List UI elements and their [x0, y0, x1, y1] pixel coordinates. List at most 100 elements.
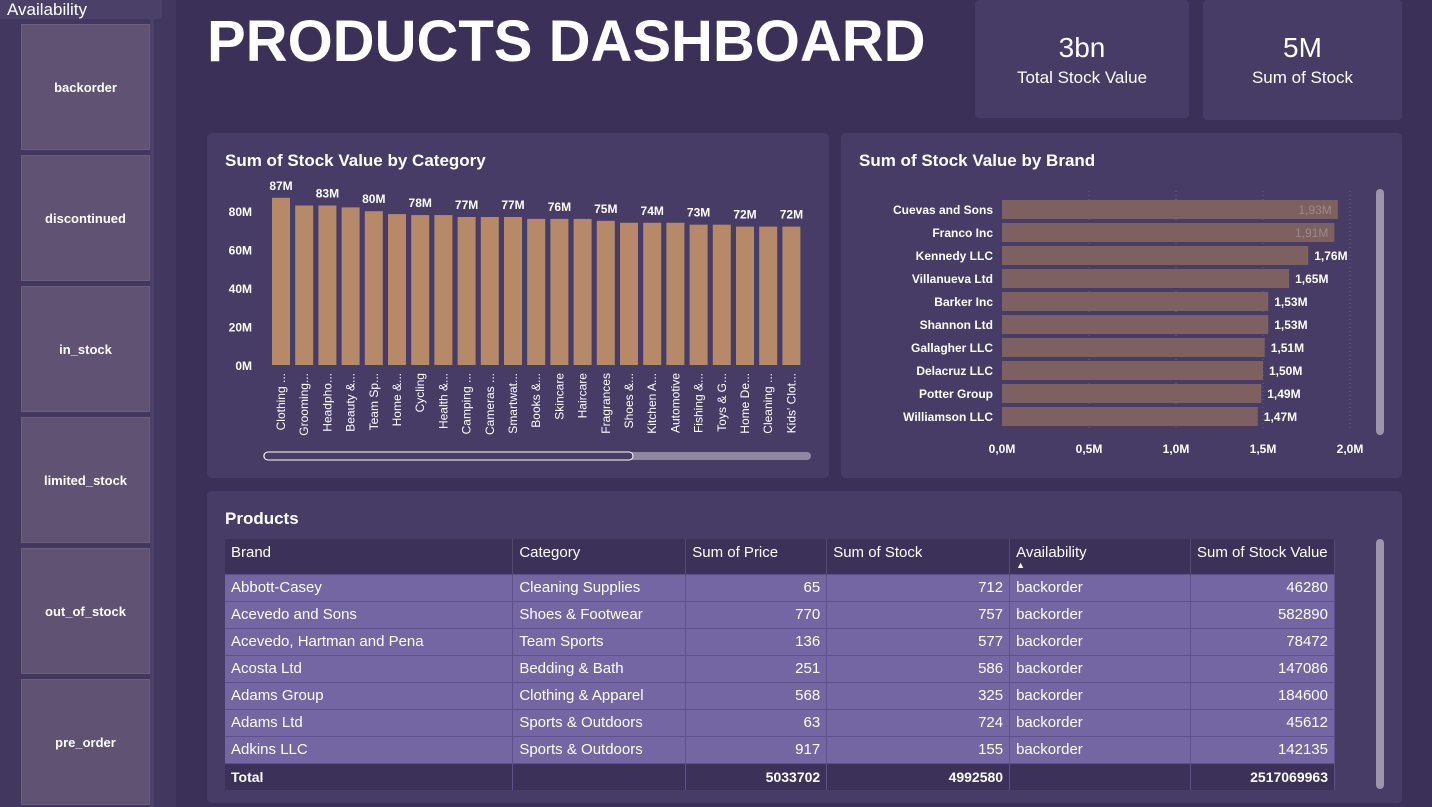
bar[interactable] — [364, 211, 383, 365]
slicer-item-limited-stock[interactable]: limited_stock — [21, 417, 150, 543]
bar[interactable] — [759, 226, 778, 365]
table-cell: Abbott-Casey — [225, 573, 514, 601]
x-tick-label: Camping ... — [460, 373, 474, 434]
x-tick-label: Shoes &... — [622, 373, 636, 428]
table-header-row: Brand Category Sum of Price Sum of Stock… — [225, 539, 1335, 574]
bar[interactable] — [1002, 223, 1335, 242]
y-tick-label: 20M — [229, 321, 252, 335]
bar[interactable] — [666, 222, 685, 365]
bar[interactable] — [295, 205, 314, 365]
data-label: 1,50M — [1269, 364, 1302, 378]
table-cell: 582890 — [1190, 600, 1335, 628]
column-header-sum-of-stock-value[interactable]: Sum of Stock Value — [1190, 539, 1335, 574]
bar[interactable] — [341, 207, 360, 365]
bar[interactable] — [1002, 407, 1258, 426]
table-vertical-scrollbar[interactable] — [1376, 539, 1384, 789]
table-cell: Cleaning Supplies — [512, 573, 687, 601]
y-tick-label: 60M — [229, 244, 252, 258]
products-table: Brand Category Sum of Price Sum of Stock… — [225, 539, 1335, 790]
bar[interactable] — [596, 220, 615, 365]
bar[interactable] — [1002, 200, 1338, 219]
column-header-category[interactable]: Category — [512, 539, 687, 574]
kpi-label: Total Stock Value — [1016, 68, 1148, 87]
bar[interactable] — [527, 218, 546, 365]
bar[interactable] — [620, 222, 638, 365]
x-tick-label: Cycling — [413, 373, 427, 412]
chart-vertical-scrollbar[interactable] — [1376, 189, 1384, 435]
table-row[interactable]: Adams Group Clothing & Apparel 568 325 backo… — [225, 681, 1335, 709]
x-tick-label: Fishing &... — [692, 373, 706, 433]
y-tick-label: Delacruz LLC — [916, 364, 993, 378]
table-row[interactable]: Acevedo, Hartman and Pena Team Sports 136 5… — [225, 627, 1335, 655]
x-tick-label: Kitchen A... — [645, 373, 659, 434]
x-tick-label: Clothing ... — [274, 373, 288, 430]
table-cell: 577 — [826, 627, 1011, 655]
bar[interactable] — [388, 214, 406, 365]
data-label: 1,76M — [1314, 249, 1347, 263]
slicer-item-out-of-stock[interactable]: out_of_stock — [21, 548, 150, 674]
bar[interactable] — [1002, 292, 1269, 311]
table-row[interactable]: Adams Ltd Sports & Outdoors 63 724 backorder… — [225, 708, 1335, 736]
y-tick-label: Gallagher LLC — [911, 341, 993, 355]
column-header-sum-of-stock[interactable]: Sum of Stock — [826, 539, 1011, 574]
slicer-item-in-stock[interactable]: in_stock — [21, 286, 150, 412]
bar[interactable] — [480, 216, 499, 365]
table-cell: 770 — [685, 600, 828, 628]
bar[interactable] — [1002, 384, 1262, 403]
column-header-sum-of-price[interactable]: Sum of Price — [685, 539, 828, 574]
bar[interactable] — [1002, 361, 1263, 380]
bar[interactable] — [504, 216, 522, 365]
table-cell: 155 — [826, 735, 1011, 763]
bar[interactable] — [643, 222, 662, 365]
slicer-title: Availability — [0, 0, 162, 19]
slicer-item-pre-order[interactable]: pre_order — [21, 679, 150, 805]
table-row[interactable]: Acosta Ltd Bedding & Bath 251 586 backorder 1… — [225, 654, 1335, 682]
table-cell: 184600 — [1190, 681, 1335, 709]
bar[interactable] — [411, 215, 430, 365]
x-tick-label: Automotive — [668, 373, 682, 433]
data-label: 1,53M — [1274, 295, 1307, 309]
kpi-card-total-stock-value[interactable]: 3bn Total Stock Value — [975, 0, 1189, 118]
x-tick-label: Skincare — [552, 373, 566, 420]
bar[interactable] — [736, 226, 754, 365]
x-tick-label: Cleaning ... — [761, 373, 775, 434]
bar[interactable] — [689, 224, 708, 365]
bar[interactable] — [1002, 338, 1265, 357]
bar[interactable] — [1002, 315, 1269, 334]
data-label: 77M — [501, 198, 524, 212]
table-cell: Adams Group — [225, 681, 514, 709]
table-cell: 78472 — [1190, 627, 1335, 655]
x-tick-label: Kids' Clot... — [784, 373, 798, 433]
data-label: 83M — [316, 186, 339, 200]
table-cell: 45612 — [1190, 708, 1335, 736]
bar[interactable] — [712, 224, 731, 365]
table-row[interactable]: Adkins LLC Sports & Outdoors 917 155 backord… — [225, 735, 1335, 763]
data-label: 1,49M — [1267, 387, 1300, 401]
bar[interactable] — [457, 216, 476, 365]
column-header-availability[interactable]: Availability ▲ — [1009, 539, 1192, 574]
y-tick-label: Franco Inc — [932, 226, 993, 240]
bar[interactable] — [573, 218, 592, 365]
x-tick-label: Cameras ... — [483, 373, 497, 435]
table-cell: 586 — [826, 654, 1011, 682]
bar[interactable] — [550, 218, 569, 365]
x-tick-label: Team Sp... — [367, 373, 381, 430]
slicer-item-backorder[interactable]: backorder — [21, 24, 150, 150]
table-cell: 46280 — [1190, 573, 1335, 601]
table-row[interactable]: Abbott-Casey Cleaning Supplies 65 712 backor… — [225, 573, 1335, 601]
bar[interactable] — [1002, 269, 1290, 288]
bar[interactable] — [1002, 246, 1309, 265]
slicer-item-discontinued[interactable]: discontinued — [21, 155, 150, 281]
chart-scroll-thumb[interactable] — [263, 451, 634, 461]
bar[interactable] — [782, 226, 801, 365]
column-header-brand[interactable]: Brand — [225, 539, 514, 574]
data-label: 72M — [780, 208, 803, 222]
table-row[interactable]: Acevedo and Sons Shoes & Footwear 770 757 ba… — [225, 600, 1335, 628]
x-tick-label: Headpho... — [320, 373, 334, 432]
bar[interactable] — [434, 215, 453, 365]
bar[interactable] — [318, 205, 337, 365]
kpi-card-sum-of-stock[interactable]: 5M Sum of Stock — [1203, 0, 1402, 120]
bar[interactable] — [272, 197, 290, 365]
table-cell: backorder — [1009, 573, 1192, 601]
total-cell — [512, 762, 687, 790]
